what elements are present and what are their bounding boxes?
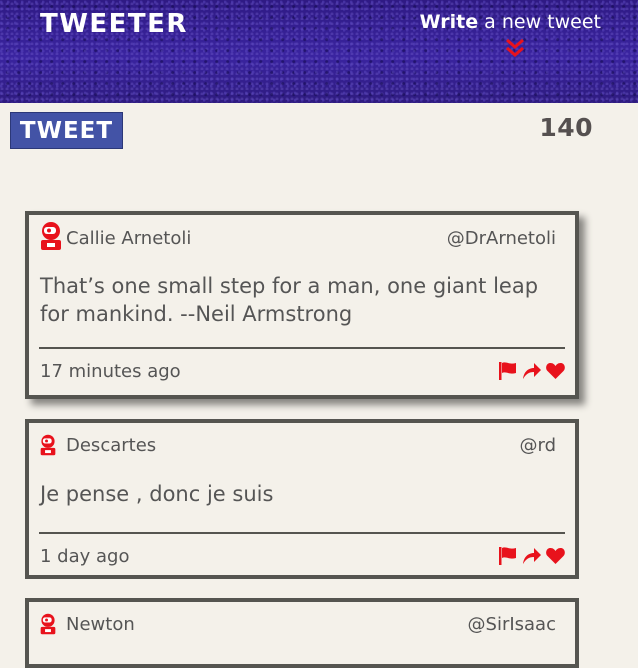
tweet-button[interactable]: TWEET bbox=[10, 112, 123, 149]
tweet-content: Je pense , donc je suis bbox=[40, 482, 274, 506]
tweet-header: Descartes @rd bbox=[29, 423, 575, 469]
share-icon[interactable] bbox=[521, 545, 542, 566]
nav-bar: TWEETER Write a new tweet bbox=[0, 0, 638, 103]
tweet-card: Newton @SirIsaac bbox=[25, 598, 579, 668]
robot-avatar-icon bbox=[41, 222, 61, 250]
tweet-card: Callie Arnetoli @DrArnetoli That’s one s… bbox=[25, 211, 579, 399]
author-name: Newton bbox=[66, 614, 135, 635]
tweet-timestamp: 17 minutes ago bbox=[40, 361, 181, 382]
author-name: Descartes bbox=[66, 435, 157, 456]
tweet-content: That’s one small step for a man, one gia… bbox=[40, 274, 539, 326]
tweet-header: Newton @SirIsaac bbox=[29, 602, 575, 648]
tweet-footer: 17 minutes ago bbox=[29, 349, 575, 393]
compose-link-bold: Write bbox=[419, 11, 479, 33]
flag-icon[interactable] bbox=[497, 360, 518, 381]
write-new-tweet-link[interactable]: Write a new tweet bbox=[420, 11, 601, 33]
compose-link-text: a new tweet bbox=[478, 11, 601, 33]
tweet-card: Descartes @rd Je pense , donc je suis 1 … bbox=[25, 419, 579, 579]
tweet-header: Callie Arnetoli @DrArnetoli bbox=[29, 215, 575, 261]
author-handle: @DrArnetoli bbox=[446, 228, 556, 249]
robot-avatar-icon bbox=[40, 613, 56, 635]
chevron-double-down-icon[interactable] bbox=[504, 37, 526, 59]
author-handle: @rd bbox=[519, 435, 556, 456]
flag-icon[interactable] bbox=[497, 545, 518, 566]
tweet-timestamp: 1 day ago bbox=[40, 546, 130, 567]
tweet-actions bbox=[497, 360, 566, 381]
character-counter: 140 bbox=[539, 113, 593, 142]
author-handle: @SirIsaac bbox=[467, 614, 556, 635]
author-name: Callie Arnetoli bbox=[66, 228, 192, 249]
share-icon[interactable] bbox=[521, 360, 542, 381]
tweet-footer: 1 day ago bbox=[29, 534, 575, 578]
heart-icon[interactable] bbox=[545, 545, 566, 566]
tweet-actions bbox=[497, 545, 566, 566]
robot-avatar-icon bbox=[40, 434, 56, 456]
app-logo: TWEETER bbox=[40, 9, 188, 39]
heart-icon[interactable] bbox=[545, 360, 566, 381]
